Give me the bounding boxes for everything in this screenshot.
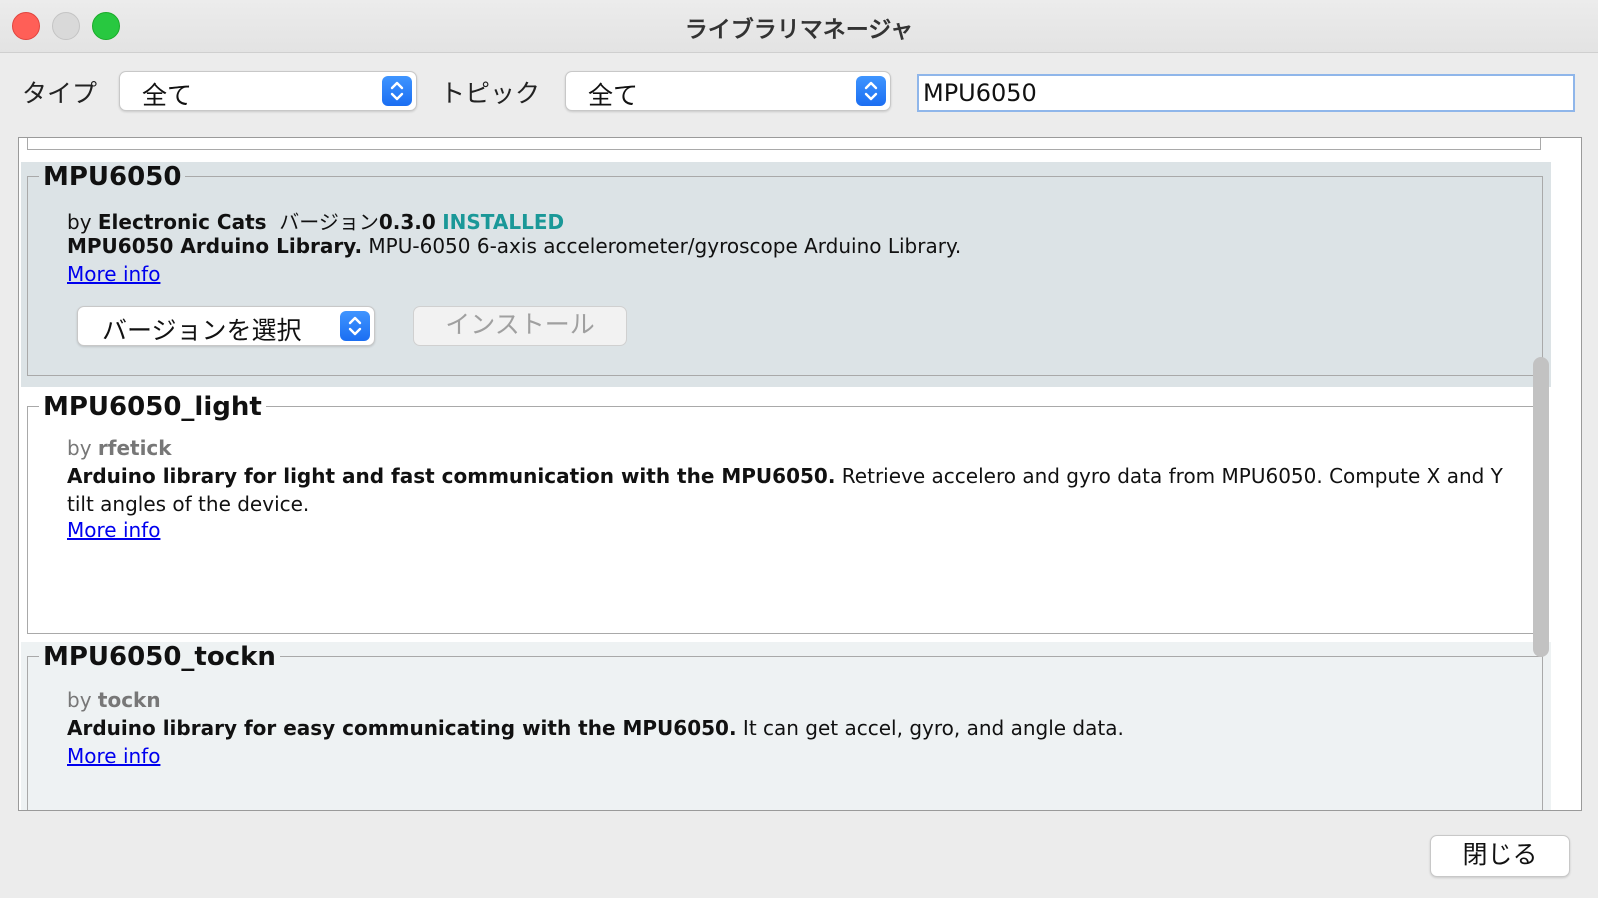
library-description: MPU6050 Arduino Library. MPU-6050 6-axis… xyxy=(67,232,961,260)
type-select-value: 全て xyxy=(142,81,193,110)
library-meta: by rfetick xyxy=(67,436,172,460)
scrollbar-thumb[interactable] xyxy=(1533,357,1549,657)
library-name: MPU6050_light xyxy=(39,392,266,422)
library-version: 0.3.0 xyxy=(378,210,436,234)
search-input[interactable] xyxy=(917,74,1575,112)
version-select[interactable]: バージョンを選択 xyxy=(77,306,375,346)
library-description: Arduino library for easy communicating w… xyxy=(67,714,1124,742)
topic-select-value: 全て xyxy=(588,81,639,110)
topic-select[interactable]: 全て xyxy=(565,71,891,111)
installed-badge: INSTALLED xyxy=(442,210,565,234)
library-list[interactable]: MPU6050 by Electronic Cats バージョン0.3.0 IN… xyxy=(18,137,1582,811)
library-author: Electronic Cats xyxy=(97,210,267,234)
library-name: MPU6050_tockn xyxy=(39,642,280,672)
library-author: rfetick xyxy=(97,436,172,460)
library-meta: by tockn xyxy=(67,688,161,712)
library-details-line2: tilt angles of the device. xyxy=(67,492,310,516)
entry-frame xyxy=(27,406,1543,634)
version-select-value: バージョンを選択 xyxy=(102,316,302,345)
updown-chevron-icon xyxy=(856,76,886,106)
library-summary: Arduino library for light and fast commu… xyxy=(67,464,836,488)
library-description: Arduino library for light and fast commu… xyxy=(67,462,1507,518)
type-select[interactable]: 全て xyxy=(119,71,417,111)
library-entry-mpu6050[interactable]: MPU6050 by Electronic Cats バージョン0.3.0 IN… xyxy=(21,162,1551,387)
window-title: ライブラリマネージャ xyxy=(684,17,914,43)
by-prefix: by xyxy=(67,210,92,234)
library-details: Retrieve accelero and gyro data from MPU… xyxy=(841,464,1503,488)
version-label: バージョン xyxy=(279,210,379,234)
library-entry-mpu6050-light[interactable]: MPU6050_light by rfetick Arduino library… xyxy=(21,392,1551,640)
library-details: MPU-6050 6-axis accelerometer/gyroscope … xyxy=(368,234,962,258)
close-button[interactable]: 閉じる xyxy=(1430,835,1570,877)
updown-chevron-icon xyxy=(382,76,412,106)
library-entry-mpu6050-tockn[interactable]: MPU6050_tockn by tockn Arduino library f… xyxy=(21,642,1551,810)
previous-entry-edge xyxy=(27,138,1541,150)
library-name: MPU6050 xyxy=(39,162,186,192)
by-prefix: by xyxy=(67,688,92,712)
library-summary: Arduino library for easy communicating w… xyxy=(67,716,737,740)
title-bar: ライブラリマネージャ xyxy=(0,0,1598,53)
topic-label: トピック xyxy=(440,79,541,108)
library-author: tockn xyxy=(97,688,161,712)
more-info-link[interactable]: More info xyxy=(67,744,160,768)
library-details: It can get accel, gyro, and angle data. xyxy=(742,716,1124,740)
type-label: タイプ xyxy=(22,79,98,108)
library-meta: by Electronic Cats バージョン0.3.0 INSTALLED xyxy=(67,206,564,235)
library-summary: MPU6050 Arduino Library. xyxy=(67,234,363,258)
by-prefix: by xyxy=(67,436,92,460)
updown-chevron-icon xyxy=(340,311,370,341)
more-info-link[interactable]: More info xyxy=(67,518,160,542)
more-info-link[interactable]: More info xyxy=(67,262,160,286)
install-button[interactable]: インストール xyxy=(413,306,627,346)
